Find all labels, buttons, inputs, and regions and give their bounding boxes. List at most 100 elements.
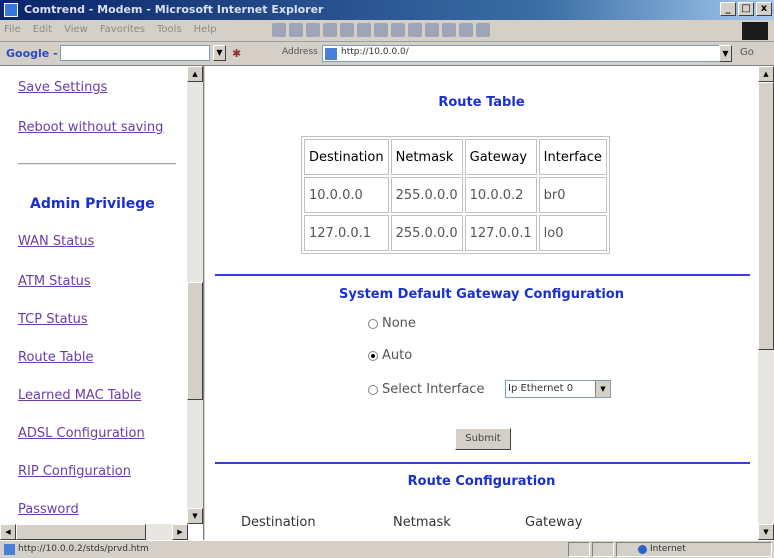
sidebar-link-save-settings[interactable]: Save Settings: [18, 80, 107, 95]
sidebar-scroll-thumb[interactable]: [187, 282, 203, 400]
menu-view[interactable]: View: [64, 24, 88, 35]
google-logo[interactable]: Google -: [6, 47, 58, 60]
history-icon[interactable]: [391, 23, 405, 37]
windows-logo-icon: [742, 22, 768, 40]
print-icon[interactable]: [425, 23, 439, 37]
zone-indicator: Internet: [638, 544, 686, 554]
page-icon: [325, 48, 337, 60]
menu-favorites[interactable]: Favorites: [100, 24, 145, 35]
google-search-input[interactable]: [60, 45, 210, 61]
discuss-icon[interactable]: [459, 23, 473, 37]
messenger-icon[interactable]: [476, 23, 490, 37]
radio-auto-row[interactable]: Auto: [368, 348, 412, 363]
sidebar-link-rip-config[interactable]: RIP Configuration: [18, 464, 131, 479]
sidebar-link-reboot[interactable]: Reboot without saving: [18, 120, 163, 135]
sidebar-link-learned-mac[interactable]: Learned MAC Table: [18, 388, 141, 403]
radio-auto[interactable]: [368, 350, 378, 361]
status-pane: [592, 542, 614, 557]
status-bar: http://10.0.0.2/stds/prvd.htm Internet: [0, 540, 774, 558]
route-table: Destination Netmask Gateway Interface 10…: [301, 136, 610, 254]
home-icon[interactable]: [340, 23, 354, 37]
address-dropdown-button[interactable]: ▼: [719, 45, 732, 62]
route-config-col-netmask: Netmask: [393, 515, 451, 530]
refresh-icon[interactable]: [323, 23, 337, 37]
radio-select-interface-label: Select Interface: [382, 382, 485, 397]
sidebar-link-route-table[interactable]: Route Table: [18, 350, 94, 365]
ie-icon: [4, 3, 18, 17]
scroll-left-icon[interactable]: ◀: [0, 524, 16, 540]
google-dropdown-button[interactable]: ▼: [213, 45, 226, 61]
gateway-config-title: System Default Gateway Configuration: [339, 287, 624, 302]
address-label: Address: [282, 47, 318, 57]
table-row: 127.0.0.1 255.0.0.0 127.0.0.1 lo0: [304, 215, 607, 251]
radio-none-row[interactable]: None: [368, 316, 416, 331]
content-vertical-scrollbar[interactable]: ▲ ▼: [758, 66, 774, 540]
sidebar-link-tcp-status[interactable]: TCP Status: [18, 312, 88, 327]
sidebar-horizontal-scrollbar[interactable]: ◀ ▶: [0, 524, 188, 540]
sidebar-section-title: Admin Privilege: [30, 196, 155, 212]
zone-label: Internet: [650, 544, 686, 554]
maximize-button[interactable]: □: [738, 2, 754, 16]
address-row: Google - ▼ ✱ Address http://10.0.0.0/ ▼ …: [0, 42, 774, 66]
window-title: Comtrend - Modem - Microsoft Internet Ex…: [24, 3, 324, 16]
stop-icon[interactable]: [306, 23, 320, 37]
interface-select-value: Ip Ethernet 0: [508, 383, 574, 394]
back-icon[interactable]: [272, 23, 286, 37]
submit-button[interactable]: Submit: [455, 428, 511, 450]
radio-select-interface-row[interactable]: Select Interface: [368, 382, 484, 397]
radio-select-interface[interactable]: [368, 384, 378, 395]
col-netmask: Netmask: [390, 139, 463, 175]
radio-auto-label: Auto: [382, 348, 413, 363]
sidebar-link-wan-status[interactable]: WAN Status: [18, 234, 94, 249]
google-search-icon[interactable]: ✱: [232, 47, 241, 60]
route-config-title: Route Configuration: [407, 474, 556, 489]
cell-interface: br0: [538, 177, 607, 213]
address-input[interactable]: http://10.0.0.0/: [322, 45, 720, 62]
cell-interface: lo0: [538, 215, 607, 251]
content-scroll-thumb[interactable]: [758, 82, 774, 350]
globe-icon: [638, 544, 647, 554]
route-table-title: Route Table: [438, 95, 525, 110]
section-divider: [215, 462, 750, 464]
interface-select[interactable]: Ip Ethernet 0 ▼: [505, 380, 611, 398]
col-gateway: Gateway: [464, 139, 537, 175]
chevron-down-icon[interactable]: ▼: [595, 381, 610, 397]
go-button[interactable]: Go: [740, 47, 754, 58]
section-divider: [215, 274, 750, 276]
radio-none-label: None: [382, 316, 416, 331]
sidebar-frame: Save Settings Reboot without saving Admi…: [0, 66, 204, 540]
menu-tools[interactable]: Tools: [157, 24, 182, 35]
menu-help[interactable]: Help: [194, 24, 217, 35]
scroll-down-icon[interactable]: ▼: [187, 508, 203, 524]
address-url: http://10.0.0.0/: [341, 47, 409, 57]
sidebar-link-adsl-config[interactable]: ADSL Configuration: [18, 426, 145, 441]
minimize-button[interactable]: _: [720, 2, 736, 16]
menu-edit[interactable]: Edit: [33, 24, 52, 35]
sidebar-hscroll-thumb[interactable]: [16, 524, 146, 540]
menu-file[interactable]: File: [4, 24, 21, 35]
forward-icon[interactable]: [289, 23, 303, 37]
radio-none[interactable]: [368, 318, 378, 329]
cell-netmask: 255.0.0.0: [390, 215, 463, 251]
sidebar-divider: [18, 163, 176, 165]
menu-toolbar-row: File Edit View Favorites Tools Help: [0, 20, 774, 42]
sidebar-link-atm-status[interactable]: ATM Status: [18, 274, 91, 289]
favorites-icon[interactable]: [374, 23, 388, 37]
col-interface: Interface: [538, 139, 607, 175]
scroll-up-icon[interactable]: ▲: [758, 66, 774, 82]
cell-destination: 127.0.0.1: [304, 215, 389, 251]
close-button[interactable]: x: [756, 2, 772, 16]
search-icon[interactable]: [357, 23, 371, 37]
sidebar-vertical-scrollbar[interactable]: ▲ ▼: [187, 66, 203, 524]
page-icon: [4, 544, 15, 555]
sidebar-link-password[interactable]: Password: [18, 502, 79, 517]
mail-icon[interactable]: [408, 23, 422, 37]
status-text: http://10.0.0.2/stds/prvd.htm: [18, 544, 149, 554]
scroll-down-icon[interactable]: ▼: [758, 524, 774, 540]
title-bar: Comtrend - Modem - Microsoft Internet Ex…: [0, 0, 774, 20]
scroll-up-icon[interactable]: ▲: [187, 66, 203, 82]
table-row: 10.0.0.0 255.0.0.0 10.0.0.2 br0: [304, 177, 607, 213]
edit-icon[interactable]: [442, 23, 456, 37]
scroll-right-icon[interactable]: ▶: [172, 524, 188, 540]
content-frame: Route Table Destination Netmask Gateway …: [205, 66, 774, 540]
